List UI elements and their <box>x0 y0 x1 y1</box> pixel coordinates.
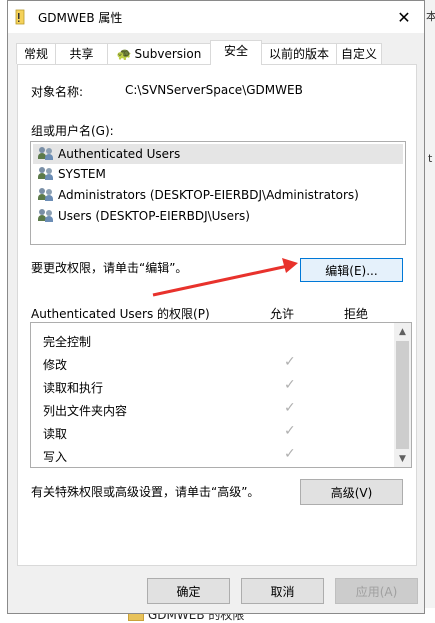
tab-sharing[interactable]: 共享 <box>55 43 108 64</box>
title-bar: GDMWEB 属性 ✕ <box>8 1 424 33</box>
group-name: Administrators (DESKTOP-EIERBDJ\Administ… <box>58 188 359 202</box>
object-name-value: C:\SVNServerSpace\GDMWEB <box>125 83 303 97</box>
scroll-up-icon[interactable]: ▲ <box>394 323 411 340</box>
turtle-icon: 🐢 <box>116 47 132 61</box>
tab-label: 安全 <box>223 44 248 58</box>
group-name: Authenticated Users <box>58 147 181 161</box>
advanced-hint: 有关特殊权限或高级设置，请单击“高级”。 <box>31 485 260 499</box>
table-row: 修改 ✓ <box>31 352 395 375</box>
apply-button[interactable]: 应用(A) <box>335 578 418 604</box>
table-row: 读取 ✓ <box>31 421 395 444</box>
tab-label: 常规 <box>23 47 48 61</box>
list-item[interactable]: Users (DESKTOP-EIERBDJ\Users) <box>33 206 403 226</box>
background-edge-text: t <box>428 152 433 165</box>
scroll-thumb[interactable] <box>396 341 409 449</box>
tab-previous-versions[interactable]: 以前的版本 <box>261 43 337 64</box>
tab-label: 以前的版本 <box>268 47 329 61</box>
properties-dialog: GDMWEB 属性 ✕ 常规 共享 🐢 Subversion 安全 以前的版本 … <box>7 0 425 614</box>
window-title: GDMWEB 属性 <box>38 11 123 25</box>
cancel-button[interactable]: 取消 <box>241 578 324 604</box>
permission-name: 完全控制 <box>43 335 92 349</box>
list-item[interactable]: SYSTEM <box>33 164 403 184</box>
group-name: Users (DESKTOP-EIERBDJ\Users) <box>58 209 250 223</box>
tab-customize[interactable]: 自定义 <box>336 43 382 64</box>
ok-button-label: 确定 <box>176 584 201 599</box>
list-item[interactable]: Authenticated Users <box>33 144 403 164</box>
scrollbar[interactable]: ▲ ▼ <box>394 323 411 467</box>
allow-check-icon: ✓ <box>284 354 296 370</box>
groups-listbox[interactable]: Authenticated Users SYSTEM Administrator… <box>30 141 406 245</box>
table-row: 读取和执行 ✓ <box>31 375 395 398</box>
users-icon <box>38 147 54 161</box>
tab-label: 自定义 <box>340 47 377 61</box>
users-icon <box>38 188 54 202</box>
tab-general[interactable]: 常规 <box>16 43 56 64</box>
annotation-arrow <box>152 258 298 297</box>
groups-label: 组或用户名(G): <box>31 124 114 138</box>
background-window-strip: 本 t <box>425 0 435 622</box>
cancel-button-label: 取消 <box>270 584 295 599</box>
folder-warning-icon <box>15 9 25 25</box>
advanced-button-label: 高级(V) <box>330 485 373 500</box>
edit-button[interactable]: 编辑(E)... <box>300 258 403 282</box>
background-edge-text: 本 <box>426 10 435 23</box>
advanced-button[interactable]: 高级(V) <box>300 479 403 505</box>
allow-header: 允许 <box>270 307 295 321</box>
close-icon: ✕ <box>397 7 411 27</box>
table-row: 写入 ✓ <box>31 444 395 467</box>
group-name: SYSTEM <box>58 167 106 181</box>
permission-name: 读取和执行 <box>43 381 104 395</box>
tab-label: Subversion <box>134 47 202 61</box>
tab-security[interactable]: 安全 <box>210 40 262 65</box>
users-icon <box>38 209 54 223</box>
permission-name: 读取 <box>43 427 68 441</box>
permission-name: 列出文件夹内容 <box>43 404 128 418</box>
table-row: 列出文件夹内容 ✓ <box>31 398 395 421</box>
close-button[interactable]: ✕ <box>388 3 420 31</box>
allow-check-icon: ✓ <box>284 377 296 393</box>
edit-button-label: 编辑(E)... <box>325 263 378 278</box>
allow-check-icon: ✓ <box>284 400 296 416</box>
scroll-down-icon[interactable]: ▼ <box>394 450 411 467</box>
permissions-header: Authenticated Users 的权限(P) <box>31 307 210 321</box>
tab-subversion[interactable]: 🐢 Subversion <box>107 43 211 64</box>
list-item[interactable]: Administrators (DESKTOP-EIERBDJ\Administ… <box>33 185 403 205</box>
ok-button[interactable]: 确定 <box>147 578 230 604</box>
object-name-label: 对象名称: <box>31 85 84 99</box>
allow-check-icon: ✓ <box>284 446 296 462</box>
table-row: 完全控制 <box>31 329 395 352</box>
apply-button-label: 应用(A) <box>355 584 398 599</box>
permission-name: 修改 <box>43 358 68 372</box>
permissions-list: 完全控制 修改 ✓ 读取和执行 ✓ 列出文件夹内容 ✓ 读取 ✓ 写入 ✓ ▲ … <box>30 322 412 468</box>
tab-label: 共享 <box>69 47 94 61</box>
permission-name: 写入 <box>43 450 68 464</box>
allow-check-icon: ✓ <box>284 423 296 439</box>
deny-header: 拒绝 <box>344 307 369 321</box>
users-icon <box>38 167 54 181</box>
